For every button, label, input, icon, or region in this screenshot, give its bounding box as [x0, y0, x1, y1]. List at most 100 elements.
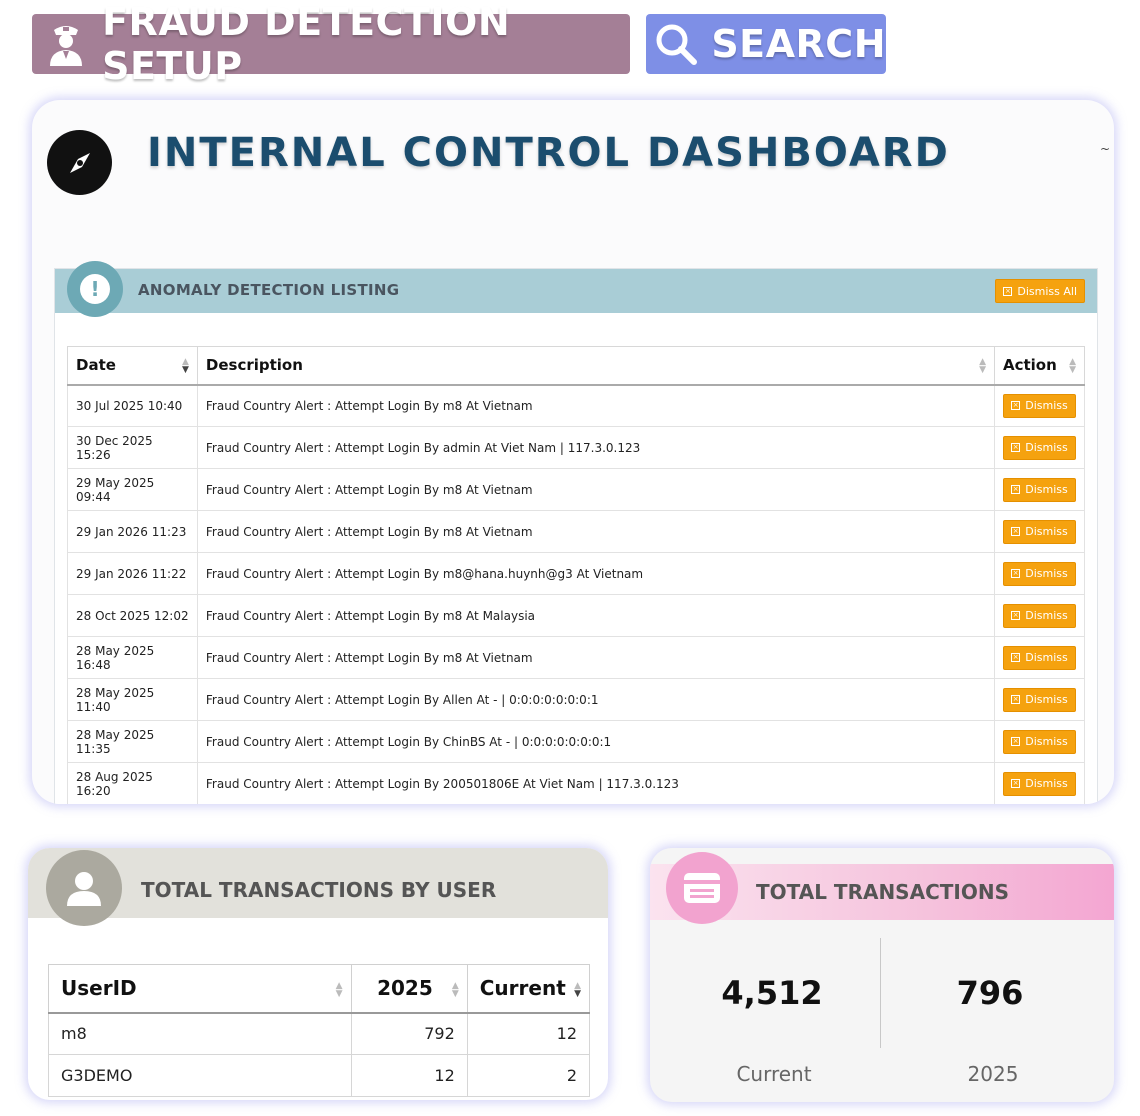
dismiss-box-icon: × — [1011, 527, 1021, 536]
transactions-by-user-title: TOTAL TRANSACTIONS BY USER — [141, 878, 497, 902]
dismiss-box-icon: × — [1011, 737, 1021, 746]
sort-icon[interactable]: ▲ ▼ — [1069, 358, 1076, 375]
row-description: Fraud Country Alert : Attempt Login By m… — [196, 636, 995, 679]
column-header-date[interactable]: Date ▲ ▼ — [67, 346, 198, 386]
compass-icon — [47, 130, 112, 195]
row-action: × Dismiss — [993, 636, 1086, 679]
row-date: 29 Jan 2026 11:23 — [67, 510, 198, 553]
column-header-description[interactable]: Description ▲ ▼ — [196, 346, 995, 386]
dismiss-all-button[interactable]: × Dismiss All — [995, 279, 1085, 303]
row-action: × Dismiss — [993, 510, 1086, 553]
table-row: 28 Oct 2025 12:02 Fraud Country Alert : A… — [67, 594, 1086, 637]
row-description: Fraud Country Alert : Attempt Login By m… — [196, 468, 995, 511]
internal-control-dashboard-panel: INTERNAL CONTROL DASHBOARD ~ ! ANOMALY D… — [32, 100, 1114, 804]
anomaly-title: ANOMALY DETECTION LISTING — [138, 281, 400, 299]
sort-icon[interactable]: ▲ ▼ — [979, 358, 986, 375]
dismiss-label: Dismiss — [1025, 399, 1068, 413]
page-title: INTERNAL CONTROL DASHBOARD — [147, 130, 950, 176]
dismiss-label: Dismiss — [1025, 777, 1068, 790]
anomaly-detection-card: ! ANOMALY DETECTION LISTING × Dismiss Al… — [54, 261, 1098, 804]
dismiss-all-label: Dismiss All — [1017, 284, 1077, 298]
table-row: 28 Aug 2025 16:20 Fraud Country Alert : A… — [67, 762, 1086, 804]
officer-icon — [36, 14, 96, 74]
table-row: m8 792 12 — [48, 1012, 591, 1055]
table-row: 28 May 2025 11:35 Fraud Country Alert : A… — [67, 720, 1086, 763]
row-action: × Dismiss — [993, 384, 1086, 427]
row-date: 28 Oct 2025 12:02 — [67, 594, 198, 637]
row-date: 28 Aug 2025 16:20 — [67, 762, 198, 804]
row-date: 28 May 2025 11:35 — [67, 720, 198, 763]
row-description: Fraud Country Alert : Attempt Login By A… — [196, 678, 995, 721]
dismiss-box-icon: × — [1011, 611, 1021, 620]
dismiss-button[interactable]: × Dismiss — [1003, 687, 1076, 712]
anomaly-header: ! ANOMALY DETECTION LISTING × Dismiss Al… — [55, 261, 1097, 317]
fraud-detection-setup-button[interactable]: FRAUD DETECTION SETUP — [32, 0, 630, 88]
sort-icon[interactable]: ▲ ▼ — [336, 982, 343, 999]
table-row: 30 Jul 2025 10:40 Fraud Country Alert : A… — [67, 384, 1086, 427]
dismiss-button[interactable]: × Dismiss — [1003, 603, 1076, 628]
sort-icon[interactable]: ▲ ▼ — [452, 982, 459, 999]
dismiss-label: Dismiss — [1025, 441, 1068, 454]
table-row: 30 Dec 2025 15:26 Fraud Country Alert : A… — [67, 426, 1086, 469]
dismiss-button[interactable]: × Dismiss — [1003, 729, 1076, 754]
row-action: × Dismiss — [993, 468, 1086, 511]
row-description: Fraud Country Alert : Attempt Login By 2… — [196, 762, 995, 804]
dismiss-label: Dismiss — [1025, 567, 1068, 580]
dismiss-label: Dismiss — [1025, 651, 1068, 664]
dismiss-button[interactable]: × Dismiss — [1003, 435, 1076, 460]
row-date: 29 May 2025 09:44 — [67, 468, 198, 511]
column-header-action[interactable]: Action ▲ ▼ — [993, 346, 1086, 386]
row-action: × Dismiss — [993, 678, 1086, 721]
card-icon — [666, 852, 738, 924]
row-action: × Dismiss — [993, 594, 1086, 637]
row-date: 29 Jan 2026 11:22 — [67, 552, 198, 595]
row-current: 2 — [466, 1054, 591, 1097]
alert-icon: ! — [67, 261, 123, 317]
dismiss-button[interactable]: × Dismiss — [1003, 645, 1076, 670]
dismiss-label: Dismiss — [1025, 525, 1068, 538]
row-description: Fraud Country Alert : Attempt Login By C… — [196, 720, 995, 763]
row-2025: 12 — [350, 1054, 468, 1097]
current-total-value: 4,512 — [721, 974, 823, 1012]
row-userid: m8 — [48, 1012, 352, 1055]
fraud-detection-setup-label: FRAUD DETECTION SETUP — [102, 0, 511, 88]
dismiss-label: Dismiss — [1025, 609, 1068, 622]
table-row: 28 May 2025 16:48 Fraud Country Alert : A… — [67, 636, 1086, 679]
table-row: 29 Jan 2026 11:22 Fraud Country Alert : A… — [67, 552, 1086, 595]
row-date: 30 Jul 2025 10:40 — [67, 384, 198, 427]
table-row: 28 May 2025 11:40 Fraud Country Alert : A… — [67, 678, 1086, 721]
row-2025: 792 — [350, 1012, 468, 1055]
user-icon — [46, 850, 122, 926]
row-description: Fraud Country Alert : Attempt Login By m… — [196, 594, 995, 637]
table-row: 29 May 2025 09:44 Fraud Country Alert : A… — [67, 468, 1086, 511]
decorative-tick: ~ — [1099, 142, 1110, 156]
dismiss-button[interactable]: × Dismiss — [1003, 561, 1076, 586]
year-total-label: 2025 — [967, 1062, 1019, 1086]
total-transactions-title: TOTAL TRANSACTIONS — [756, 880, 1009, 904]
column-header-2025[interactable]: 2025 ▲ ▼ — [350, 964, 468, 1014]
dismiss-box-icon: × — [1011, 779, 1021, 788]
search-button[interactable]: SEARCH — [646, 14, 886, 74]
dismiss-button[interactable]: × Dismiss — [1003, 393, 1076, 418]
dismiss-button[interactable]: × Dismiss — [1003, 519, 1076, 544]
table-row: G3DEMO 12 2 — [48, 1054, 591, 1097]
transactions-by-user-table: UserID ▲ ▼ 2025 ▲ ▼ Current ▲ ▼ m8 792 12 G3DE… — [48, 964, 591, 1097]
row-action: × Dismiss — [993, 762, 1086, 804]
dismiss-box-icon: × — [1011, 695, 1021, 704]
column-header-current[interactable]: Current ▲ ▼ — [466, 964, 591, 1014]
transactions-by-user-panel: TOTAL TRANSACTIONS BY USER UserID ▲ ▼ 202… — [28, 848, 608, 1100]
dismiss-button[interactable]: × Dismiss — [1003, 477, 1076, 502]
sort-icon[interactable]: ▲ ▼ — [182, 358, 189, 375]
row-description: Fraud Country Alert : Attempt Login By m… — [196, 552, 995, 595]
year-total-value: 796 — [956, 974, 1024, 1012]
dismiss-button[interactable]: × Dismiss — [1003, 771, 1076, 796]
column-header-userid[interactable]: UserID ▲ ▼ — [48, 964, 352, 1014]
sort-icon[interactable]: ▲ ▼ — [574, 982, 581, 999]
dismiss-box-icon: × — [1011, 443, 1021, 452]
row-description: Fraud Country Alert : Attempt Login By a… — [196, 426, 995, 469]
dismiss-label: Dismiss — [1025, 735, 1068, 748]
dismiss-box-icon: × — [1011, 653, 1021, 662]
row-description: Fraud Country Alert : Attempt Login By m… — [196, 510, 995, 553]
total-transactions-panel: TOTAL TRANSACTIONS 4,512 Current 796 202… — [650, 848, 1114, 1102]
dismiss-box-icon: × — [1011, 569, 1021, 578]
